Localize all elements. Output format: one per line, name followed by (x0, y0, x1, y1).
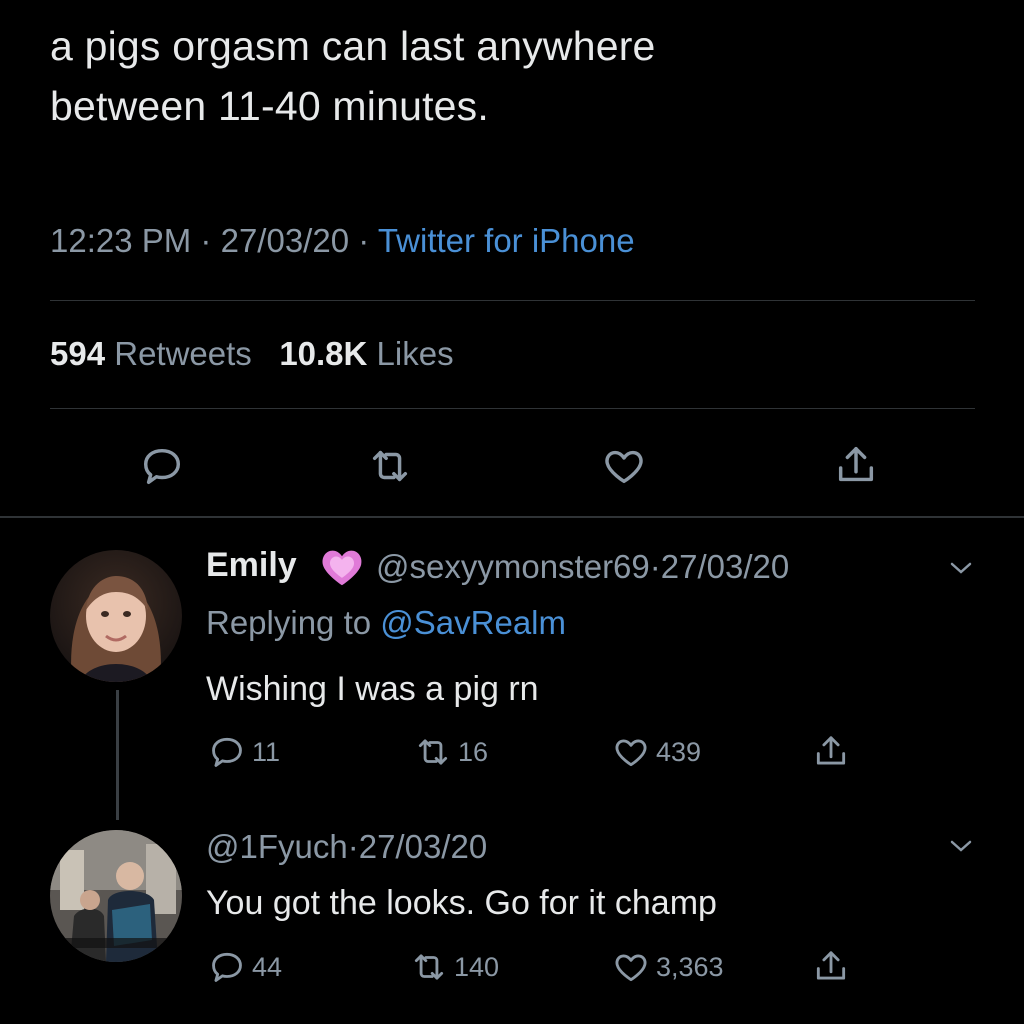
reply-count: 11 (252, 736, 281, 767)
avatar[interactable] (50, 830, 182, 962)
tweet-stats: 594 Retweets 10.8K Likes (50, 335, 454, 373)
meta-separator: · (358, 222, 370, 259)
avatar[interactable] (50, 550, 182, 682)
reply-author-handle[interactable]: @1Fyuch·27/03/20 (206, 828, 487, 866)
tweet-time: 12:23 PM (50, 222, 192, 259)
retweet-count: 140 (454, 951, 500, 982)
heart-icon (615, 954, 647, 982)
retweets-count: 594 (50, 335, 106, 372)
chevron-down-icon[interactable] (948, 836, 974, 856)
reply-date: 27/03/20 (660, 548, 790, 585)
divider (0, 516, 1024, 518)
share-icon (838, 447, 874, 482)
replying-prefix: Replying to (206, 604, 372, 641)
tweet-text: a pigs orgasm can last anywhere between … (50, 16, 990, 136)
heart-icon (605, 450, 643, 484)
reply-button[interactable]: 44 (208, 948, 282, 986)
meta-separator: · (200, 222, 212, 259)
like-button[interactable] (596, 438, 652, 494)
share-button[interactable] (812, 948, 850, 986)
reply-icon (143, 448, 181, 485)
tweet-date: 27/03/20 (220, 222, 350, 259)
handle-text: @sexyymonster69 (376, 548, 650, 585)
meta-separator: · (649, 548, 661, 585)
thread-line (116, 690, 119, 820)
retweets-label: Retweets (114, 335, 252, 372)
retweet-icon (372, 450, 408, 482)
chevron-down-icon[interactable] (948, 558, 974, 578)
share-icon (816, 736, 846, 765)
retweet-button[interactable] (362, 438, 418, 494)
retweet-button[interactable]: 16 (414, 733, 488, 771)
reply-button[interactable] (134, 438, 190, 494)
avatar-portrait (50, 550, 182, 682)
share-button[interactable] (828, 438, 884, 494)
share-icon (816, 951, 846, 980)
tweet-text-line-1: a pigs orgasm can last anywhere (50, 23, 656, 69)
retweet-button[interactable]: 140 (410, 948, 499, 986)
like-button[interactable]: 3,363 (612, 948, 724, 986)
retweet-icon (418, 739, 448, 765)
share-button[interactable] (812, 733, 850, 771)
like-count: 439 (656, 736, 702, 767)
likes-count: 10.8K (279, 335, 368, 372)
reply-date: 27/03/20 (358, 828, 488, 865)
tweet-meta: 12:23 PM · 27/03/20 · Twitter for iPhone (50, 222, 635, 260)
reply-author-handle[interactable]: @sexyymonster69·27/03/20 (376, 548, 789, 586)
like-count: 3,363 (656, 951, 724, 982)
handle-text: @1Fyuch (206, 828, 348, 865)
like-button[interactable]: 439 (612, 733, 701, 771)
retweets-stat[interactable]: 594 Retweets (50, 335, 252, 372)
meta-separator: · (347, 828, 359, 865)
divider (50, 408, 975, 409)
retweet-count: 16 (458, 736, 489, 767)
reply-author-name[interactable]: Emily (206, 546, 297, 585)
reply-count: 44 (252, 951, 283, 982)
reply-text: You got the looks. Go for it champ (206, 884, 717, 922)
reply-button[interactable]: 11 (208, 733, 280, 771)
replying-to: Replying to @SavRealm (206, 604, 566, 642)
tweet-source-link[interactable]: Twitter for iPhone (378, 222, 635, 259)
tweet-text-line-2: between 11-40 minutes. (50, 83, 489, 129)
avatar-photo (50, 830, 182, 962)
reply-icon (212, 952, 242, 982)
likes-stat[interactable]: 10.8K Likes (279, 335, 453, 372)
pink-heart-emoji-icon (322, 550, 362, 586)
retweet-icon (414, 954, 444, 980)
likes-label: Likes (376, 335, 454, 372)
reply-text: Wishing I was a pig rn (206, 670, 539, 708)
reply-icon (212, 737, 242, 767)
divider (50, 300, 975, 301)
heart-icon (615, 739, 647, 767)
replying-mention-link[interactable]: @SavRealm (380, 604, 566, 641)
